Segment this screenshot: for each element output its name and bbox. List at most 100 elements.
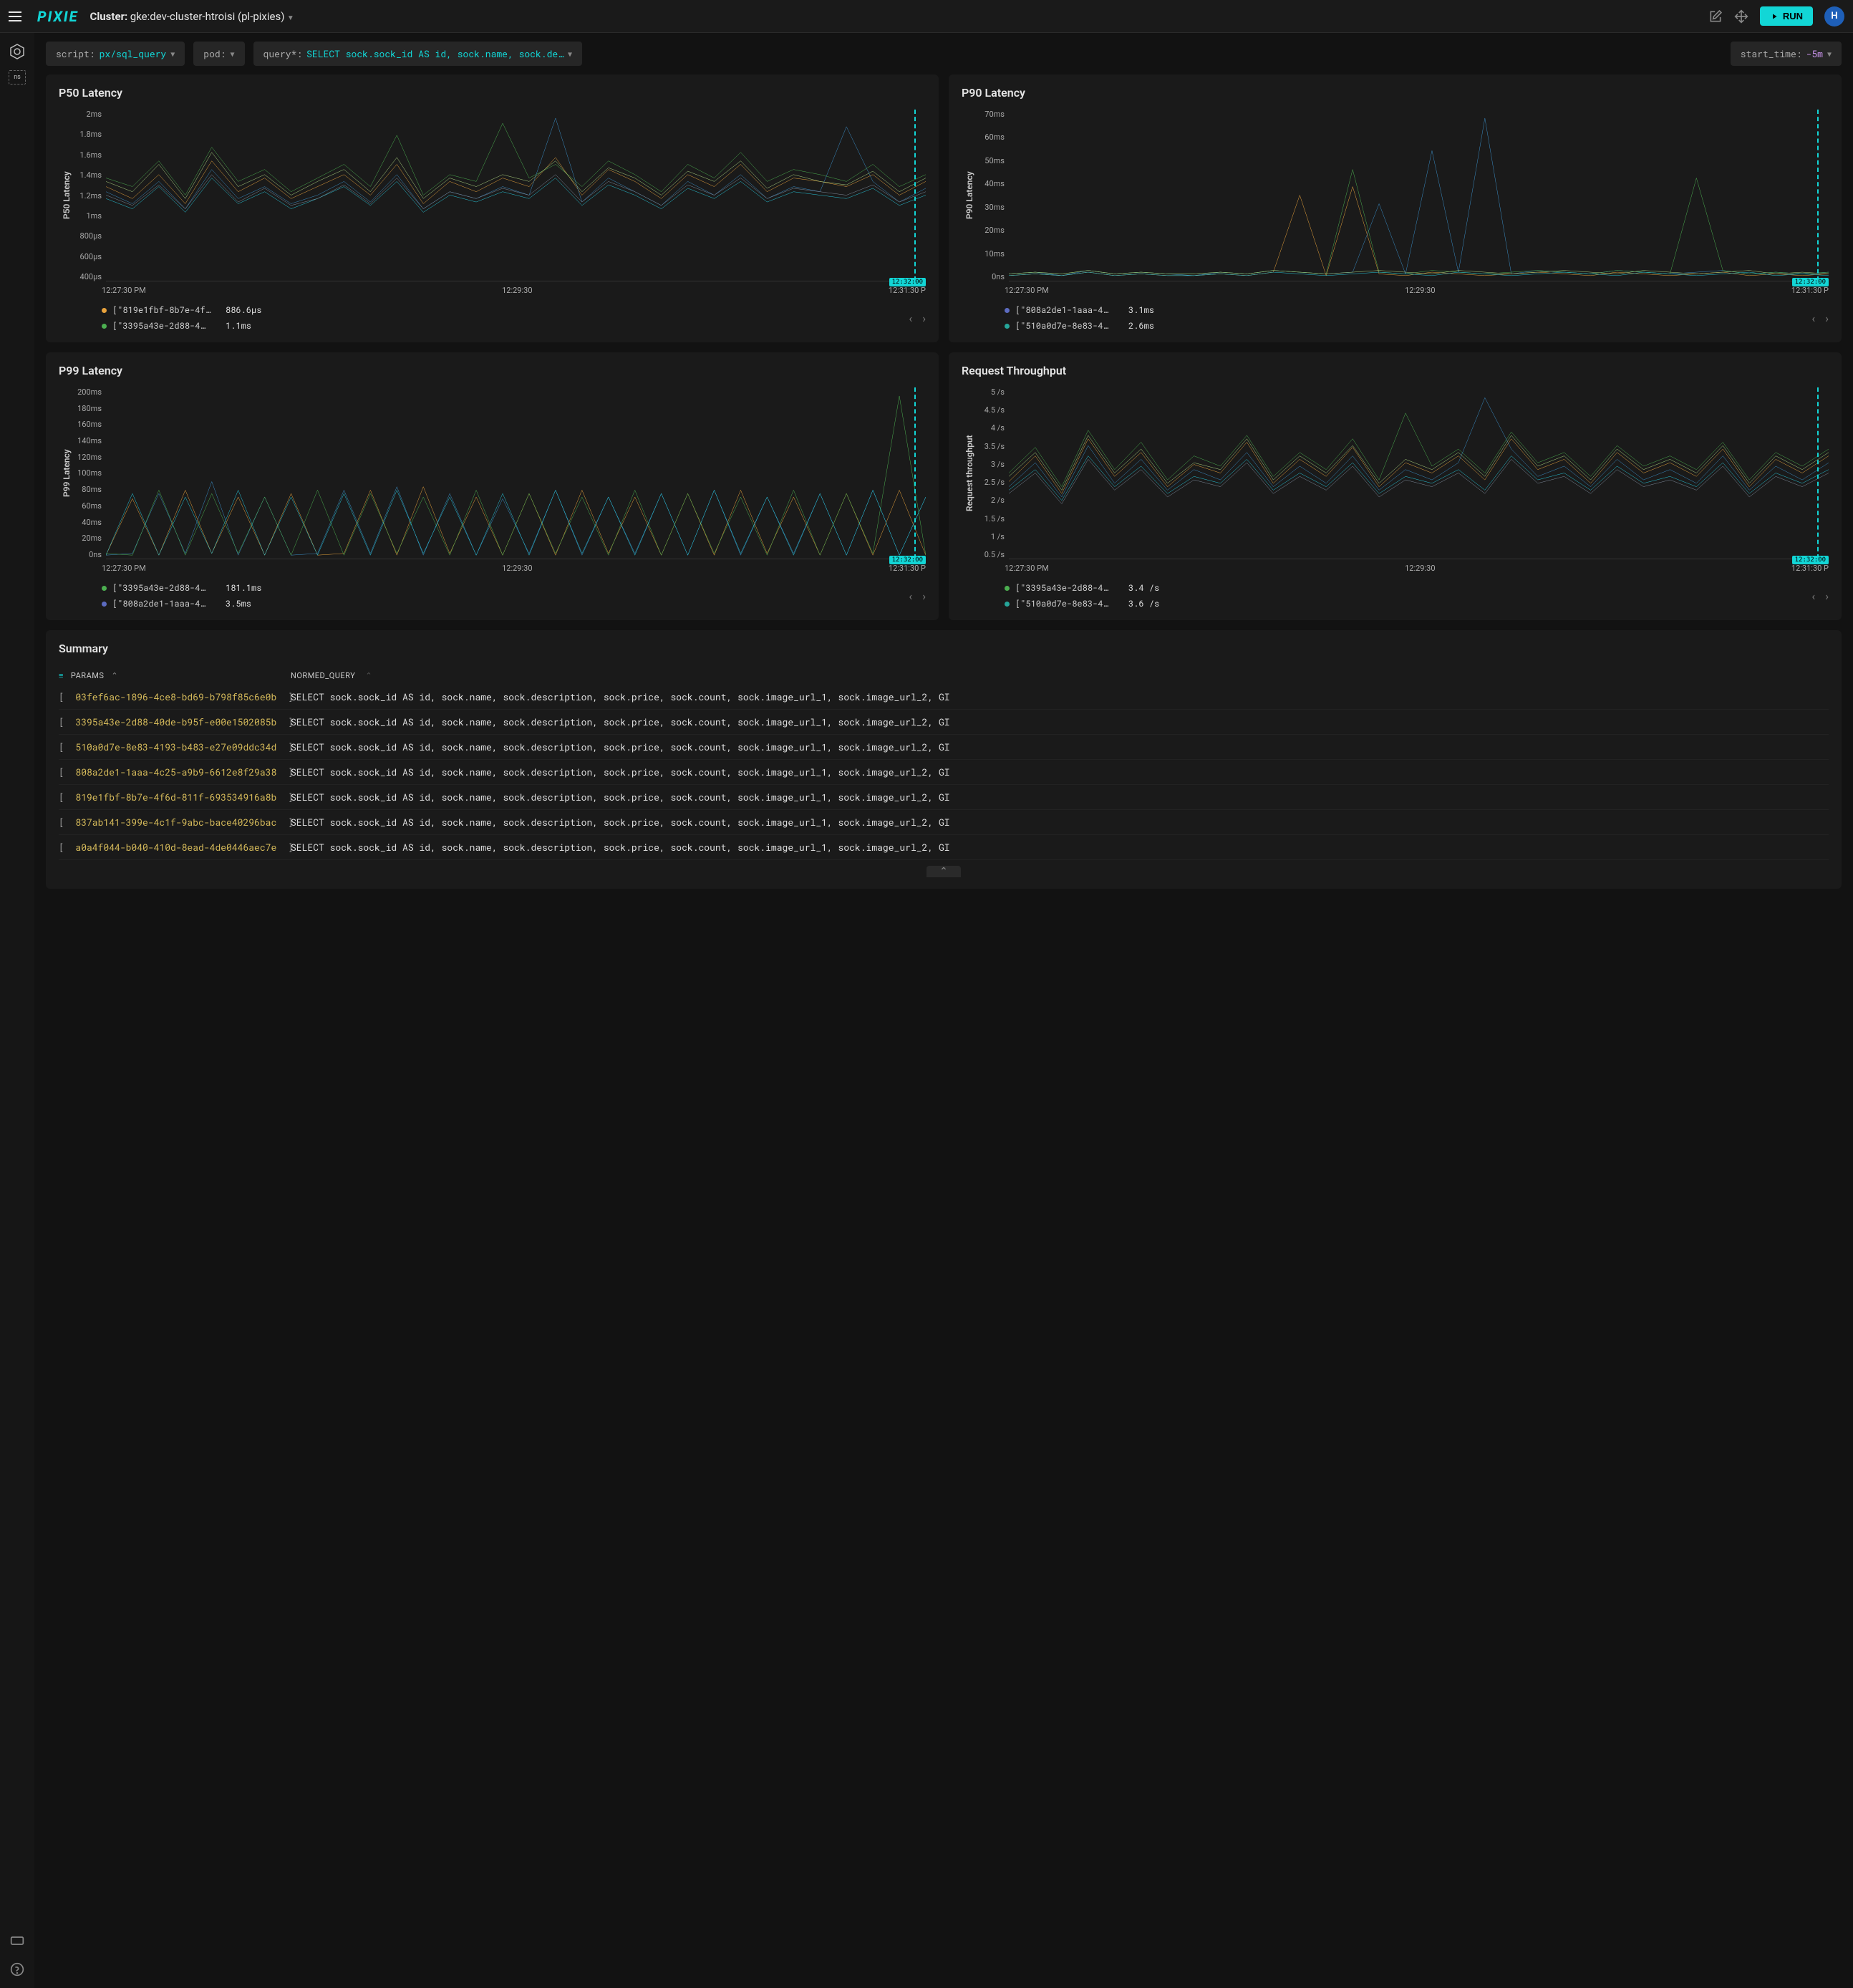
col-query[interactable]: NORMED_QUERY [291,671,355,680]
sort-icon[interactable]: ⌃ [111,671,118,680]
legend-dot [1005,602,1010,607]
run-label: RUN [1783,11,1803,21]
table-row[interactable]: [ a0a4f044-b040-410d-8ead-4de0446aec7e ]… [59,835,1829,860]
legend-dot [102,586,107,591]
legend-item[interactable]: ["808a2de1-1aaa-4…3.1ms [1005,302,1811,318]
query-cell: SELECT sock.sock_id AS id, sock.name, so… [291,841,1829,854]
y-axis-label: P50 Latency [59,110,74,281]
cursor-line [914,387,916,559]
param-cell: [ 808a2de1-1aaa-4c25-a9b9-6612e8f29a38 ] [59,766,281,778]
y-axis-label: P90 Latency [962,110,977,281]
legend-prev[interactable]: ‹ [909,589,912,603]
legend-item[interactable]: ["510a0d7e-8e83-4…3.6 /s [1005,596,1811,612]
param-cell: [ 819e1fbf-8b7e-4f6d-811f-693534916a8b ] [59,791,281,804]
legend: ["3395a43e-2d88-4…181.1ms["808a2de1-1aaa… [59,573,926,612]
pod-param[interactable]: pod: ▼ [193,42,244,66]
param-cell: [ a0a4f044-b040-410d-8ead-4de0446aec7e ] [59,841,281,854]
chevron-down-icon: ▼ [287,14,294,22]
avatar[interactable]: H [1824,6,1844,26]
run-button[interactable]: RUN [1760,6,1813,26]
sort-icon[interactable]: ⌃ [365,671,372,680]
table-row[interactable]: [ 837ab141-399e-4c1f-9abc-bace40296bac ]… [59,810,1829,835]
namespace-icon[interactable]: ns [9,70,26,85]
table-row[interactable]: [ 3395a43e-2d88-40de-b95f-e00e1502085b ]… [59,710,1829,735]
chevron-down-icon: ▼ [1827,49,1832,59]
legend-item[interactable]: ["819e1fbf-8b7e-4f…886.6µs [102,302,909,318]
param-cell: [ 510a0d7e-8e83-4193-b483-e27e09ddc34d ] [59,740,281,753]
logo: PIXIE [37,8,79,25]
chart-title: P99 Latency [59,364,926,377]
help-icon[interactable] [7,1959,27,1979]
cluster-value: gke:dev-cluster-htroisi (pl-pixies) [130,10,285,23]
table-row[interactable]: [ 819e1fbf-8b7e-4f6d-811f-693534916a8b ]… [59,785,1829,810]
menu-icon[interactable] [9,8,26,25]
legend-next[interactable]: › [922,312,926,325]
legend-prev[interactable]: ‹ [1811,589,1815,603]
col-params[interactable]: PARAMS [71,671,104,680]
legend-dot [102,308,107,313]
sidebar: ns [0,33,34,1988]
legend-item[interactable]: ["808a2de1-1aaa-4…3.5ms [102,596,909,612]
y-axis-label: P99 Latency [59,387,74,559]
table-row[interactable]: [ 03fef6ac-1896-4ce8-bd69-b798f85c6e0b ]… [59,685,1829,710]
y-axis: 2ms1.8ms1.6ms1.4ms1.2ms1ms800µs600µs400µ… [74,110,106,281]
param-cell: [ 3395a43e-2d88-40de-b95f-e00e1502085b ] [59,715,281,728]
query-cell: SELECT sock.sock_id AS id, sock.name, so… [291,791,1829,804]
cluster-label: Cluster: [90,10,128,23]
chevron-down-icon: ▼ [230,49,234,59]
y-axis: 70ms60ms50ms40ms30ms20ms10ms0ns [977,110,1009,281]
legend-dot [1005,324,1010,329]
cluster-selector[interactable]: Cluster: gke:dev-cluster-htroisi (pl-pix… [90,10,294,23]
play-icon [1770,12,1779,21]
y-axis: 5 /s4.5 /s4 /s3.5 /s3 /s2.5 /s2 /s1.5 /s… [977,387,1009,559]
query-cell: SELECT sock.sock_id AS id, sock.name, so… [291,690,1829,703]
legend-dot [1005,308,1010,313]
query-cell: SELECT sock.sock_id AS id, sock.name, so… [291,816,1829,829]
cursor-line [914,110,916,281]
legend-prev[interactable]: ‹ [909,312,912,325]
table-row[interactable]: [ 808a2de1-1aaa-4c25-a9b9-6612e8f29a38 ]… [59,760,1829,785]
legend-next[interactable]: › [1825,589,1829,603]
legend-next[interactable]: › [1825,312,1829,325]
legend-item[interactable]: ["3395a43e-2d88-4…1.1ms [102,318,909,334]
cursor-line [1817,110,1819,281]
topbar: PIXIE Cluster: gke:dev-cluster-htroisi (… [0,0,1853,33]
legend-dot [102,602,107,607]
cursor-line [1817,387,1819,559]
legend: ["808a2de1-1aaa-4…3.1ms["510a0d7e-8e83-4… [962,295,1829,334]
legend-item[interactable]: ["3395a43e-2d88-4…3.4 /s [1005,580,1811,596]
move-icon[interactable] [1734,9,1748,24]
legend-next[interactable]: › [922,589,926,603]
script-param[interactable]: script: px/sql_query ▼ [46,42,185,66]
chevron-down-icon: ▼ [170,49,175,59]
query-cell: SELECT sock.sock_id AS id, sock.name, so… [291,715,1829,728]
y-axis-label: Request throughput [962,387,977,559]
legend-item[interactable]: ["3395a43e-2d88-4…181.1ms [102,580,909,596]
edit-icon[interactable] [1708,9,1723,24]
expand-handle[interactable]: ⌃ [927,866,961,877]
query-param[interactable]: query*: SELECT sock.sock_id AS id, sock.… [253,42,583,66]
x-axis: 12:27:30 PM12:29:3012:31:30 P [59,559,926,573]
chart-title: P90 Latency [962,86,1829,100]
plot-area[interactable]: 12:32:00 [106,387,926,559]
legend: ["3395a43e-2d88-4…3.4 /s["510a0d7e-8e83-… [962,573,1829,612]
chart-title: Request Throughput [962,364,1829,377]
table-row[interactable]: [ 510a0d7e-8e83-4193-b483-e27e09ddc34d ]… [59,735,1829,760]
main-content: script: px/sql_query ▼ pod: ▼ query*: SE… [34,33,1853,1988]
kubernetes-icon[interactable] [7,42,27,62]
keyboard-icon[interactable] [7,1931,27,1951]
cursor-badge: 12:32:00 [1792,278,1829,286]
plot-area[interactable]: 12:32:00 [1009,110,1829,281]
summary-title: Summary [59,642,1829,655]
table-header: ≡ PARAMS ⌃ NORMED_QUERY ⌃ [59,667,1829,685]
list-icon[interactable]: ≡ [59,671,64,680]
x-axis: 12:27:30 PM12:29:3012:31:30 P [962,559,1829,573]
legend-item[interactable]: ["510a0d7e-8e83-4…2.6ms [1005,318,1811,334]
param-cell: [ 837ab141-399e-4c1f-9abc-bace40296bac ] [59,816,281,829]
legend-prev[interactable]: ‹ [1811,312,1815,325]
plot-area[interactable]: 12:32:00 [1009,387,1829,559]
start-time-param[interactable]: start_time: -5m ▼ [1731,42,1842,66]
cursor-badge: 12:32:00 [889,556,926,564]
param-bar: script: px/sql_query ▼ pod: ▼ query*: SE… [46,42,1842,66]
plot-area[interactable]: 12:32:00 [106,110,926,281]
